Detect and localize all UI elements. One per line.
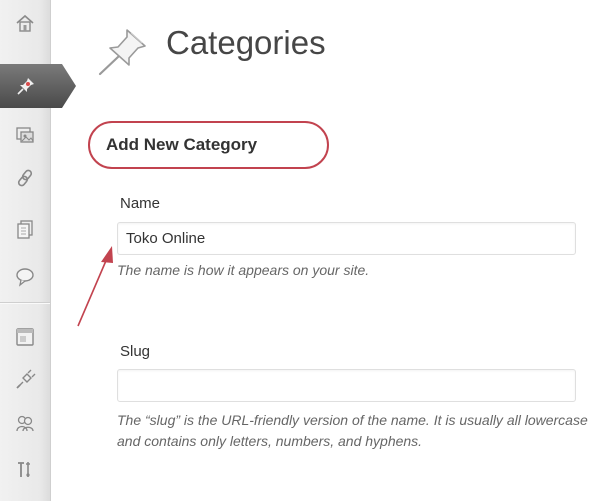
users-icon [16, 415, 34, 432]
pages-icon [17, 220, 33, 239]
media-icon [16, 127, 34, 143]
annotation-arrow [77, 246, 113, 327]
link-icon [17, 169, 33, 187]
slug-field-label: Slug [120, 343, 151, 360]
dashboard-menu-item[interactable] [8, 6, 42, 40]
plugin-icon [16, 369, 36, 389]
page-title: Categories [166, 24, 326, 61]
admin-sidebar [0, 0, 76, 501]
home-icon [16, 14, 34, 32]
tools-icon [18, 462, 30, 477]
add-new-category-heading: Add New Category [88, 121, 329, 169]
category-name-input[interactable] [117, 222, 576, 255]
pushpin-icon [17, 78, 34, 95]
comments-menu-item[interactable] [8, 259, 42, 293]
comments-icon [16, 268, 34, 287]
plugins-menu-item[interactable] [8, 363, 42, 397]
name-help-text: The name is how it appears on your site. [117, 262, 370, 278]
media-menu-item[interactable] [8, 118, 42, 152]
appearance-icon [16, 328, 34, 346]
name-field-label: Name [120, 195, 161, 212]
tools-menu-item[interactable] [8, 452, 42, 486]
links-menu-item[interactable] [8, 161, 42, 195]
appearance-menu-item[interactable] [8, 320, 42, 354]
category-slug-input[interactable] [117, 369, 576, 402]
pushpin-icon [98, 29, 146, 76]
posts-menu-item[interactable] [0, 64, 76, 108]
slug-help-text: The “slug” is the URL-friendly version o… [117, 412, 588, 449]
users-menu-item[interactable] [8, 406, 42, 440]
sidebar-separator [0, 302, 50, 304]
pages-menu-item[interactable] [8, 212, 42, 246]
